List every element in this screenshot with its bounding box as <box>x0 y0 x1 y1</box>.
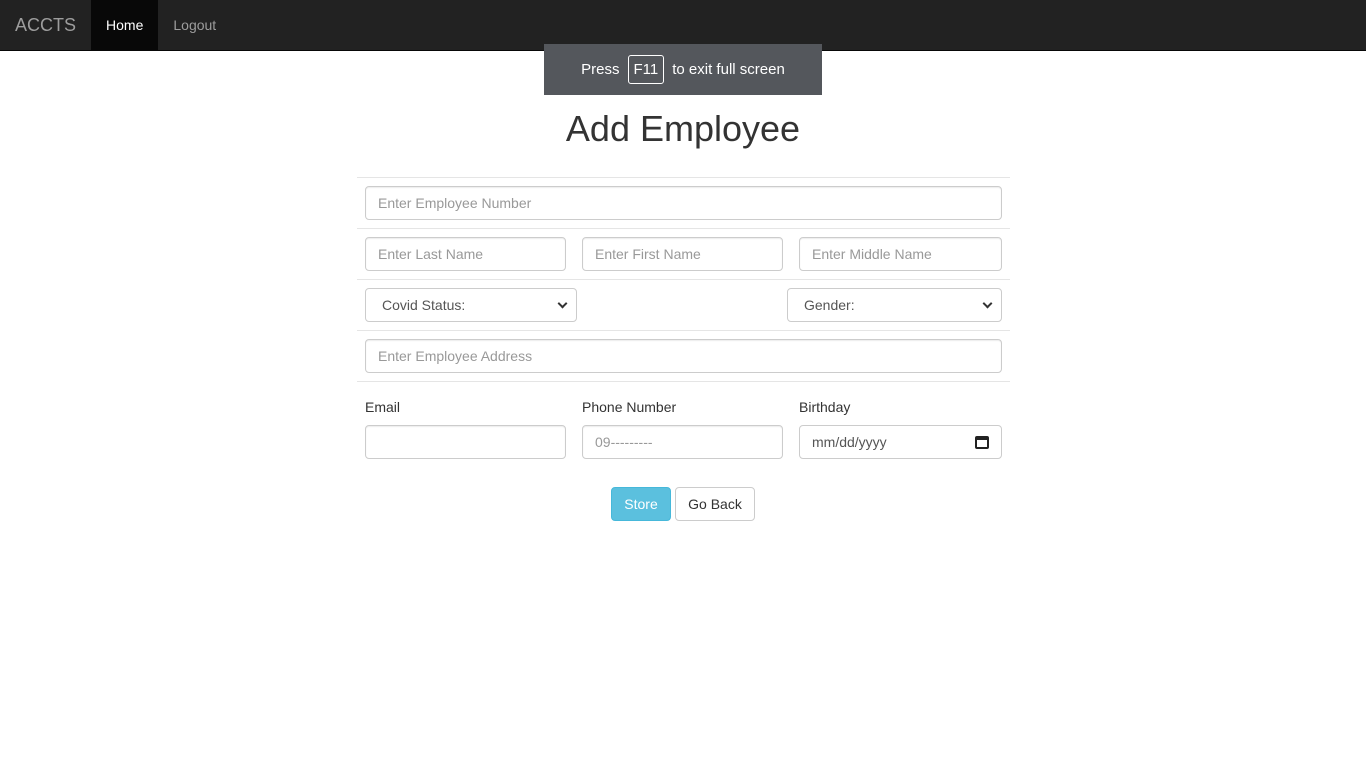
gender-value: Gender: <box>804 297 855 313</box>
divider <box>357 228 1010 229</box>
divider <box>357 177 1010 178</box>
email-label: Email <box>365 399 401 415</box>
covid-status-select[interactable]: Covid Status: <box>365 288 577 322</box>
store-button[interactable]: Store <box>611 487 671 521</box>
birthday-value: mm/dd/yyyy <box>812 434 887 450</box>
divider <box>357 279 1010 280</box>
go-back-button[interactable]: Go Back <box>675 487 755 521</box>
page-title: Add Employee <box>565 108 801 149</box>
brand-logo[interactable]: ACCTS <box>0 0 91 50</box>
toast-key: F11 <box>627 55 665 84</box>
toast-prefix: Press <box>581 61 620 78</box>
calendar-icon[interactable] <box>975 435 989 449</box>
nav-logout[interactable]: Logout <box>158 0 231 50</box>
chevron-down-icon <box>557 298 568 308</box>
covid-status-value: Covid Status: <box>382 297 466 313</box>
employee-number-input[interactable] <box>365 186 1002 220</box>
chevron-down-icon <box>982 298 993 308</box>
first-name-input[interactable] <box>582 237 783 271</box>
birthday-label: Birthday <box>799 399 851 415</box>
phone-number-field[interactable] <box>582 425 783 459</box>
phone-label: Phone Number <box>582 399 677 415</box>
email-field[interactable] <box>365 425 566 459</box>
last-name-input[interactable] <box>365 237 566 271</box>
employee-address-input[interactable] <box>365 339 1002 373</box>
middle-name-input[interactable] <box>799 237 1002 271</box>
divider <box>357 381 1010 382</box>
toast-suffix: to exit full screen <box>672 61 785 78</box>
divider <box>357 330 1010 331</box>
birthday-date-field[interactable]: mm/dd/yyyy <box>799 425 1002 459</box>
fullscreen-toast: Press F11 to exit full screen <box>544 44 822 95</box>
nav-home[interactable]: Home <box>91 0 159 50</box>
gender-select[interactable]: Gender: <box>787 288 1002 322</box>
